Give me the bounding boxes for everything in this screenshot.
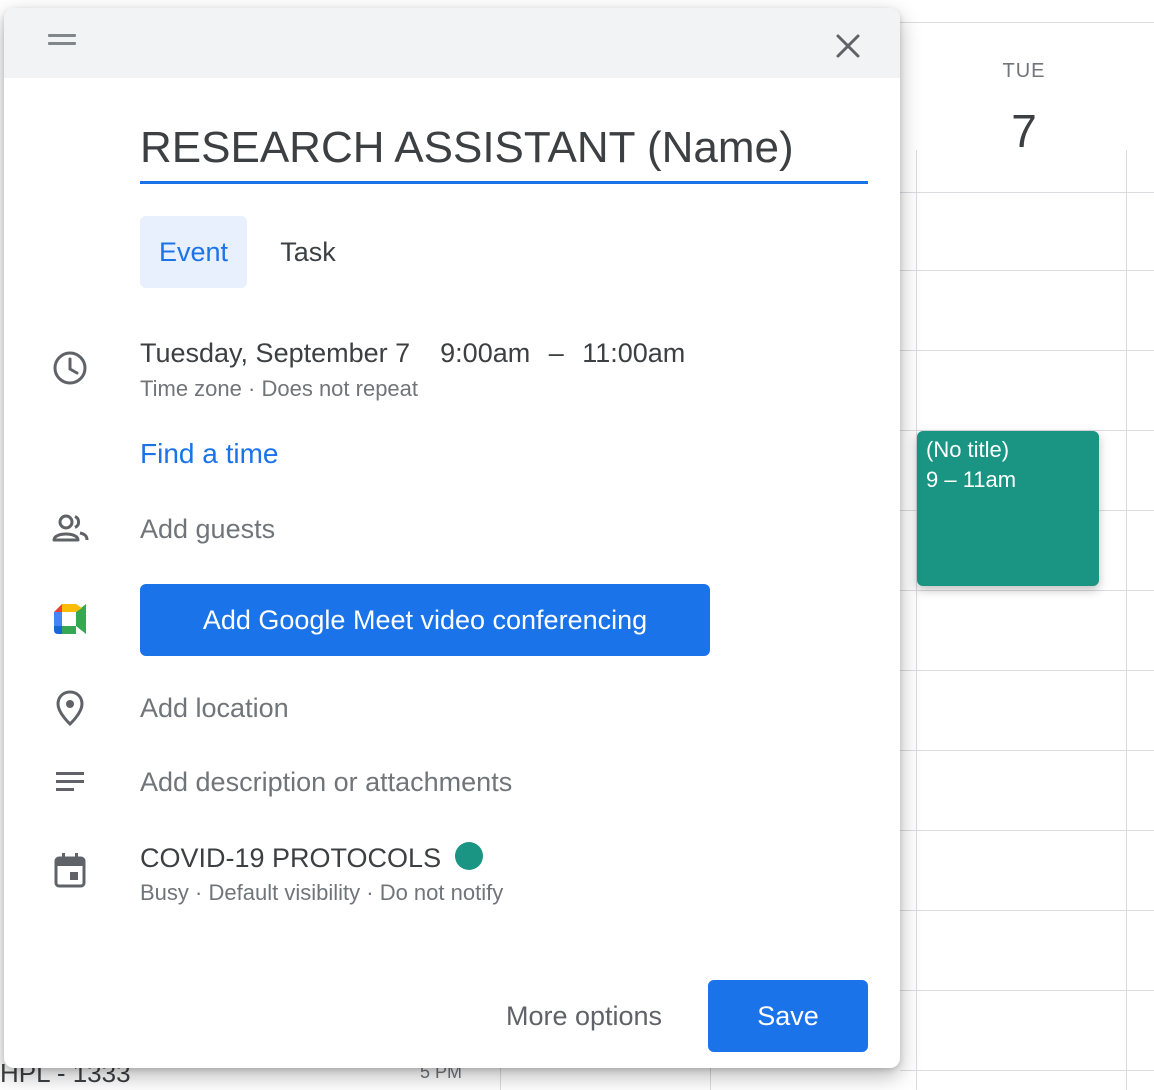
close-button[interactable] <box>824 22 872 70</box>
clock-icon <box>53 351 87 385</box>
tab-event[interactable]: Event <box>140 216 247 288</box>
event-chip-time: 9 – 11am <box>926 467 1017 492</box>
calendar-selector[interactable]: COVID-19 PROTOCOLS <box>140 842 484 874</box>
grid-line <box>900 350 1154 351</box>
find-a-time-link[interactable]: Find a time <box>140 438 279 470</box>
event-chip-title: (No title) <box>926 437 1010 462</box>
day-column-divider <box>916 150 917 1090</box>
grid-line <box>900 22 1154 23</box>
grid-line <box>900 1070 1154 1071</box>
day-header-number[interactable]: 7 <box>984 104 1064 158</box>
datetime-summary: Tuesday, September 7 9:00am –11:00am <box>140 338 685 369</box>
description-lines-icon <box>56 772 84 791</box>
day-header-name: TUE <box>1002 60 1046 82</box>
people-icon <box>52 514 89 542</box>
add-meet-button[interactable]: Add Google Meet video conferencing <box>140 584 710 656</box>
add-location-field[interactable]: Add location <box>140 693 289 724</box>
grid-line <box>900 750 1154 751</box>
separator-dot: · <box>248 376 256 401</box>
close-icon <box>836 34 860 58</box>
add-guests-field[interactable]: Add guests <box>140 514 275 545</box>
location-pin-icon <box>56 690 84 727</box>
dialog-header[interactable] <box>4 8 900 78</box>
grid-line <box>900 830 1154 831</box>
calendar-options: Busy · Default visibility · Do not notif… <box>140 880 503 906</box>
save-button[interactable]: Save <box>708 980 868 1052</box>
event-date[interactable]: Tuesday, September 7 <box>140 338 410 368</box>
separator-dot: · <box>366 880 374 905</box>
event-title-input[interactable] <box>140 118 868 184</box>
quick-event-dialog: Event Task Tuesday, September 7 9:00am–11… <box>4 8 900 1068</box>
visibility-setting[interactable]: Default visibility <box>209 880 361 905</box>
tab-task[interactable]: Task <box>258 216 358 288</box>
calendar-app: TUE 7 (No title) 9 – 11am HPL - 1333 5 P… <box>0 0 1154 1090</box>
grid-line <box>900 192 1154 193</box>
drag-handle-icon[interactable] <box>48 34 76 48</box>
grid-line <box>900 270 1154 271</box>
google-meet-icon <box>54 604 86 634</box>
calendar-color-dot[interactable] <box>455 842 484 870</box>
grid-line <box>900 990 1154 991</box>
calendar-icon <box>54 853 86 888</box>
grid-line <box>900 670 1154 671</box>
event-start-time[interactable]: 9:00am <box>440 338 530 368</box>
notify-setting[interactable]: Do not notify <box>380 880 504 905</box>
datetime-options: Time zone · Does not repeat <box>140 376 418 402</box>
busy-setting[interactable]: Busy <box>140 880 189 905</box>
grid-line <box>900 910 1154 911</box>
grid-line <box>900 590 1154 591</box>
separator-dot: · <box>195 880 203 905</box>
day-column-divider <box>1126 150 1127 1090</box>
event-end-time[interactable]: 11:00am <box>582 338 685 368</box>
calendar-name: COVID-19 PROTOCOLS <box>140 843 442 873</box>
time-separator: – <box>548 338 564 368</box>
more-options-button[interactable]: More options <box>484 980 684 1052</box>
add-description-field[interactable]: Add description or attachments <box>140 767 512 798</box>
timezone-link[interactable]: Time zone <box>140 376 242 401</box>
event-chip[interactable]: (No title) 9 – 11am <box>917 431 1099 586</box>
repeat-setting[interactable]: Does not repeat <box>261 376 418 401</box>
